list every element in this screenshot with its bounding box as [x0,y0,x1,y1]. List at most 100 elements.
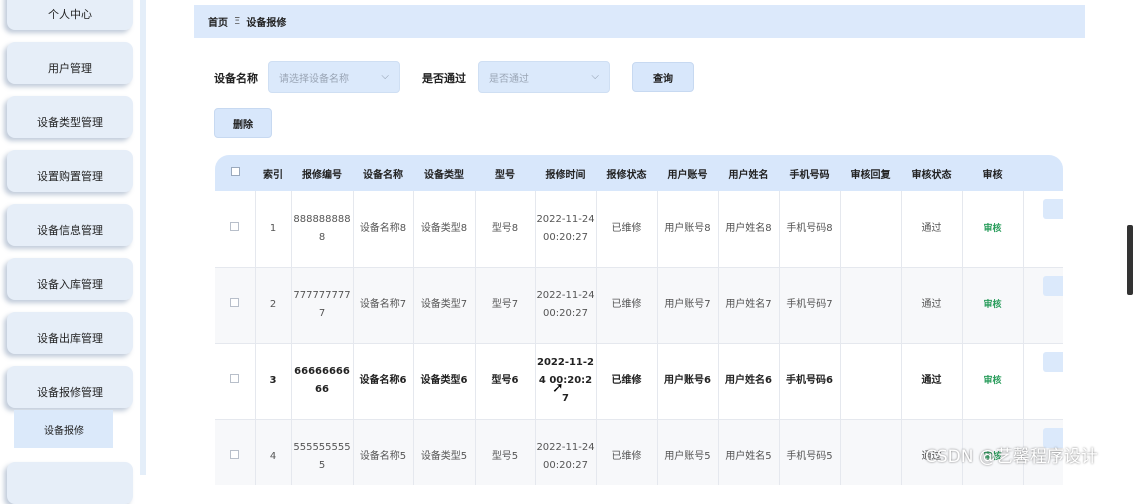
device-name-placeholder: 请选择设备名称 [279,73,349,85]
sidebar-item-personal-center[interactable]: 个人中心 [7,0,133,30]
repair-time-cell: 2022-11-24 00:20:27 [535,419,597,485]
device-name-cell: 设备名称5 [353,419,414,485]
device-type-cell: 设备类型5 [413,419,476,485]
index-cell: 4 [255,419,292,485]
device-name-select[interactable]: 请选择设备名称 ⌵ [268,61,400,93]
audit-action-cell: 审核 [962,191,1024,268]
sidebar-item-device-info-management[interactable]: 设备信息管理 [7,204,133,246]
account-cell: 用户账号7 [657,267,719,344]
row-action-tab[interactable] [1042,351,1063,372]
row-checkbox[interactable] [230,298,240,307]
index-cell: 1 [255,191,292,268]
sidebar-item-next[interactable] [7,462,133,504]
repair-no-cell: 6666666666 [291,343,354,420]
sidebar-item-purchase-management[interactable]: 设置购置管理 [7,150,133,192]
row-extra-cell [1023,267,1063,344]
watermark: CSDN @艺馨程序设计 [925,447,1098,467]
model-cell: 型号8 [475,191,536,268]
select-all-checkbox[interactable] [230,167,240,176]
account-cell: 用户账号6 [657,343,719,420]
column-header: 型号 [495,169,515,181]
reply-cell [840,191,902,268]
row-select-cell [215,343,256,420]
device-name-cell: 设备名称7 [353,267,414,344]
reply-cell [840,343,902,420]
audit-action-cell: 审核 [962,267,1024,344]
audit-status-cell: 通过 [901,191,963,268]
sidebar-item-stock-out-management[interactable]: 设备出库管理 [7,312,133,354]
audit-status-cell: 通过 [901,343,963,420]
phone-cell: 手机号码8 [779,191,841,268]
reply-cell [840,419,902,485]
model-cell: 型号6 [475,343,536,420]
repair-status-cell: 已维修 [596,419,658,485]
repair-status-cell: 已维修 [596,267,658,344]
passed-select[interactable]: 是否通过 ⌵ [478,61,610,93]
breadcrumb: 首页 Ξ 设备报修 [194,5,1085,38]
query-button[interactable]: 查询 [632,62,694,92]
breadcrumb-separator-icon: Ξ [234,16,241,27]
audit-status-cell: 通过 [901,267,963,344]
device-type-cell: 设备类型6 [413,343,476,420]
mouse-cursor-icon: ➚ [552,380,564,396]
row-extra-cell [1023,343,1063,420]
user-name-cell: 用户姓名8 [718,191,780,268]
row-checkbox[interactable] [230,374,240,383]
phone-cell: 手机号码6 [779,343,841,420]
column-header-extra [1023,155,1063,191]
sidebar: 个人中心 用户管理 设备类型管理 设置购置管理 设备信息管理 设备入库管理 设备… [0,0,148,504]
row-checkbox[interactable] [230,450,240,459]
select-all-cell [215,155,255,191]
audit-action-cell: 审核 [962,343,1024,420]
column-header: 索引 [263,169,283,181]
phone-cell: 手机号码7 [779,267,841,344]
user-name-cell: 用户姓名5 [718,419,780,485]
sidebar-item-label: 设备类型管理 [37,116,103,129]
sidebar-item-device-type-management[interactable]: 设备类型管理 [7,96,133,138]
sidebar-item-repair-management[interactable]: 设备报修管理 [7,366,133,408]
table-row[interactable]: 2 7777777777 设备名称7 设备类型7 型号7 2022-11-24 00:20… [215,267,1063,344]
breadcrumb-home[interactable]: 首页 [208,14,228,29]
table-row[interactable]: 1 8888888888 设备名称8 设备类型8 型号8 2022-11-24 00:20… [215,191,1063,268]
column-header: 报修时间 [545,169,586,181]
account-cell: 用户账号5 [657,419,719,485]
chevron-down-icon: ⌵ [381,71,389,82]
index-cell: 3 [255,343,292,420]
row-action-tab[interactable] [1042,199,1063,219]
sidebar-item-label: 设备入库管理 [37,278,103,291]
column-header: 报修状态 [606,169,647,181]
column-header: 审核回复 [850,169,891,181]
row-checkbox[interactable] [230,221,240,231]
sidebar-item-stock-in-management[interactable]: 设备入库管理 [7,258,133,300]
row-select-cell [215,419,256,485]
chevron-down-icon: ⌵ [591,71,599,82]
column-header: 设备名称 [363,169,403,181]
repair-no-cell: 5555555555 [291,419,354,485]
sidebar-subitem-repair[interactable]: 设备报修 [14,410,113,448]
phone-cell: 手机号码5 [779,419,841,485]
table-header-row: 索引 报修编号 设备名称 设备类型 型号 报修时间 报修状态 用户账号 用户姓名… [215,155,1063,191]
scrollbar-thumb[interactable] [1127,225,1133,295]
audit-button[interactable]: 审核 [983,300,1001,310]
model-cell: 型号5 [475,419,536,485]
row-action-tab[interactable] [1042,275,1063,296]
table-row[interactable]: 3 6666666666 设备名称6 设备类型6 型号6 2022-11-24 00:20… [215,343,1063,420]
sidebar-item-label: 个人中心 [48,8,92,21]
repair-status-cell: 已维修 [596,343,658,420]
reply-cell [840,267,902,344]
user-name-cell: 用户姓名7 [718,267,780,344]
column-header: 用户账号 [667,169,708,181]
repair-time-cell: 2022-11-24 00:20:27 [535,343,597,420]
repair-table: 索引 报修编号 设备名称 设备类型 型号 报修时间 报修状态 用户账号 用户姓名… [215,155,1063,485]
audit-button[interactable]: 审核 [983,376,1001,386]
repair-no-cell: 7777777777 [291,267,354,344]
audit-button[interactable]: 审核 [983,224,1001,234]
row-extra-cell [1023,191,1063,268]
sidebar-item-label: 设备报修管理 [37,386,103,399]
delete-button[interactable]: 删除 [214,108,272,138]
sidebar-subitem-label: 设备报修 [44,425,84,437]
column-header: 用户姓名 [728,169,769,181]
row-select-cell [215,191,256,268]
column-header: 审核状态 [911,169,952,181]
sidebar-item-user-management[interactable]: 用户管理 [7,42,133,84]
